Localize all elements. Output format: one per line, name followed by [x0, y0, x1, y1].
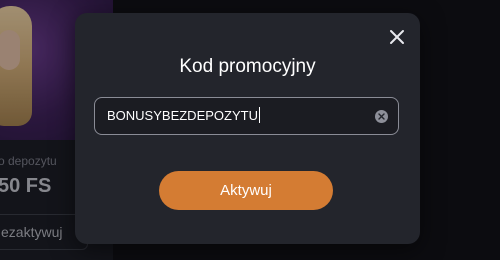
clear-icon [378, 113, 385, 120]
promo-code-modal: Kod promocyjny BONUSYBEZDEPOZYTU Aktywuj [75, 13, 420, 244]
promo-code-value: BONUSYBEZDEPOZYTU [107, 108, 258, 123]
text-caret [258, 107, 260, 123]
close-button[interactable] [388, 28, 406, 46]
close-icon [390, 30, 404, 44]
promo-code-input[interactable]: BONUSYBEZDEPOZYTU [107, 98, 367, 134]
activate-button[interactable]: Aktywuj [159, 171, 333, 210]
clear-input-button[interactable] [375, 110, 388, 123]
modal-title: Kod promocyjny [179, 56, 316, 77]
promo-code-field[interactable]: BONUSYBEZDEPOZYTU [94, 97, 399, 135]
